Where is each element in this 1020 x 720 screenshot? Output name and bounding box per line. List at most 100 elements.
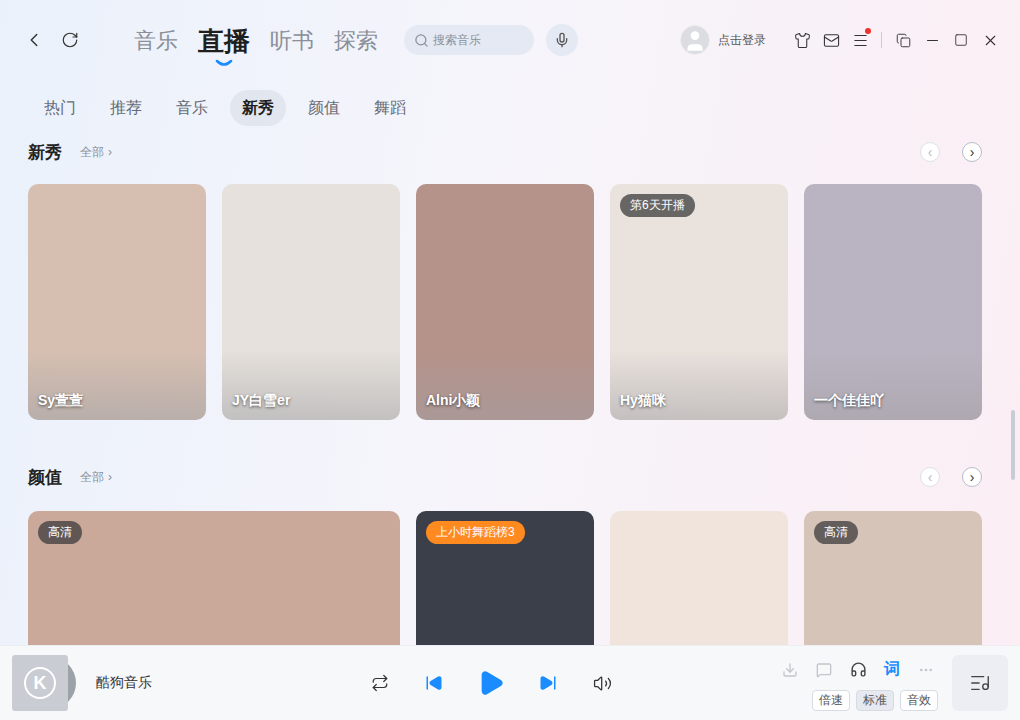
shirt-icon [794,32,811,49]
menu-button[interactable] [846,26,874,54]
live-card[interactable] [610,511,788,645]
live-card[interactable]: 上小时舞蹈榜3 [416,511,594,645]
play-button[interactable] [474,669,508,697]
window-tools [788,26,1004,54]
live-card[interactable]: 一个佳佳吖 [804,184,982,420]
login-link[interactable]: 点击登录 [718,32,766,49]
headphones-icon [850,661,867,678]
tool-row: 词 [778,656,938,684]
main-tab[interactable]: 音乐 [134,25,178,57]
message-button[interactable] [817,26,845,54]
next-icon [539,674,557,692]
download-icon [782,662,798,678]
sub-tab[interactable]: 舞蹈 [362,90,418,126]
prev-button[interactable]: ‹ [920,142,940,162]
prev-button[interactable]: ‹ [920,467,940,487]
option-button[interactable]: 倍速 [812,690,850,711]
live-card[interactable]: JY白雪er [222,184,400,420]
nav-buttons [20,26,84,54]
mini-mode-icon [896,33,911,48]
loop-icon [371,674,389,692]
voice-search-button[interactable] [546,24,578,56]
card-badge: 高清 [38,521,82,544]
streamer-name: JY白雪er [232,392,290,410]
download-button[interactable] [778,656,802,684]
back-button[interactable] [20,26,48,54]
album-cover: K [12,655,68,711]
sub-tab[interactable]: 推荐 [98,90,154,126]
previous-button[interactable] [420,669,448,697]
mini-mode-button[interactable] [889,26,917,54]
card-grid: 高清 上小时舞蹈榜3 高清 [28,511,982,645]
kugou-logo: K [24,667,56,699]
streamer-name: 一个佳佳吖 [814,392,884,410]
card-badge: 上小时舞蹈榜3 [426,521,525,544]
back-icon [23,29,45,51]
search-field[interactable]: 搜索音乐 [404,25,534,55]
user-area[interactable]: 点击登录 [680,25,766,55]
more-button[interactable] [914,656,938,684]
playlist-button[interactable] [952,655,1008,711]
streamer-name: Alni小颖 [426,392,480,410]
live-section: 新秀 全部› ‹ › Sy萱萱 JY白雪er Alni小颖 第6天开播 Hy猫咪 一个佳佳吖 [28,140,982,420]
live-section: 颜值全部›‹›高清上小时舞蹈榜3高清 [28,465,982,645]
listen-together-button[interactable] [846,656,870,684]
live-card[interactable]: Sy萱萱 [28,184,206,420]
next-button[interactable]: › [962,467,982,487]
loop-button[interactable] [366,669,394,697]
skin-button[interactable] [788,26,816,54]
menu-icon [852,32,869,49]
mail-icon [823,32,840,49]
next-track-button[interactable] [534,669,562,697]
section-title: 新秀 [28,141,62,164]
volume-icon [593,674,612,693]
live-card[interactable]: 高清 [804,511,982,645]
card-badge: 第6天开播 [620,194,695,217]
refresh-icon [61,31,79,49]
sub-tab[interactable]: 热门 [32,90,88,126]
maximize-button[interactable] [947,26,975,54]
minimize-button[interactable] [918,26,946,54]
see-all-link[interactable]: 全部› [80,469,112,486]
sub-tab[interactable]: 音乐 [164,90,220,126]
main-tab[interactable]: 探索 [334,25,378,57]
album-art[interactable]: K [12,655,80,711]
comment-button[interactable] [812,656,836,684]
player-bar: K酷狗音乐词倍速标准音效 [0,645,1020,720]
tab-indicator-icon [215,59,233,67]
option-button[interactable]: 标准 [856,690,894,711]
maximize-icon [954,33,968,47]
sub-tabs: 热门推荐音乐新秀颜值舞蹈 [32,88,982,128]
lyrics-button[interactable]: 词 [880,658,904,682]
user-icon [682,28,708,54]
avatar[interactable] [680,25,710,55]
close-button[interactable] [976,26,1004,54]
live-card[interactable]: 第6天开播 Hy猫咪 [610,184,788,420]
streamer-name: Hy猫咪 [620,392,666,410]
content: 热门推荐音乐新秀颜值舞蹈新秀全部›‹›Sy萱萱JY白雪erAlni小颖第6天开播… [0,80,1020,645]
previous-icon [425,674,443,692]
playback-controls [366,669,616,697]
option-button[interactable]: 音效 [900,690,938,711]
separator [881,32,882,48]
sub-tab[interactable]: 新秀 [230,90,286,126]
sub-tab[interactable]: 颜值 [296,90,352,126]
refresh-button[interactable] [56,26,84,54]
live-card[interactable]: Alni小颖 [416,184,594,420]
scrollbar-thumb[interactable] [1011,410,1015,480]
streamer-name: Sy萱萱 [38,392,83,410]
notification-dot [865,28,871,34]
play-icon [477,669,505,697]
card-badge: 高清 [814,521,858,544]
next-button[interactable]: › [962,142,982,162]
see-all-link[interactable]: 全部› [80,144,112,161]
player-tools: 词倍速标准音效 [778,656,938,711]
live-card[interactable]: 高清 [28,511,400,645]
section-header: 颜值全部›‹› [28,465,982,489]
close-icon [982,32,999,49]
main-tab[interactable]: 直播 [198,25,250,67]
main-tab[interactable]: 听书 [270,25,314,57]
search-icon [414,33,429,48]
section-header: 新秀 全部› ‹ › [28,140,982,164]
volume-button[interactable] [588,669,616,697]
